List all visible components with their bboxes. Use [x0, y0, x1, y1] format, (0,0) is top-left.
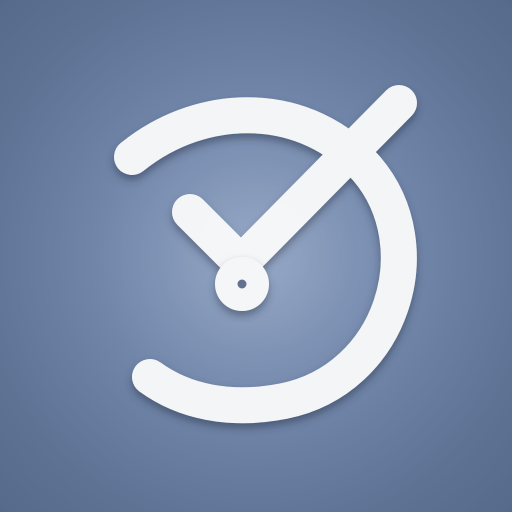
clock-check-icon: [114, 85, 417, 424]
clock-pivot-center: [237, 279, 247, 289]
app-icon[interactable]: [0, 0, 512, 512]
